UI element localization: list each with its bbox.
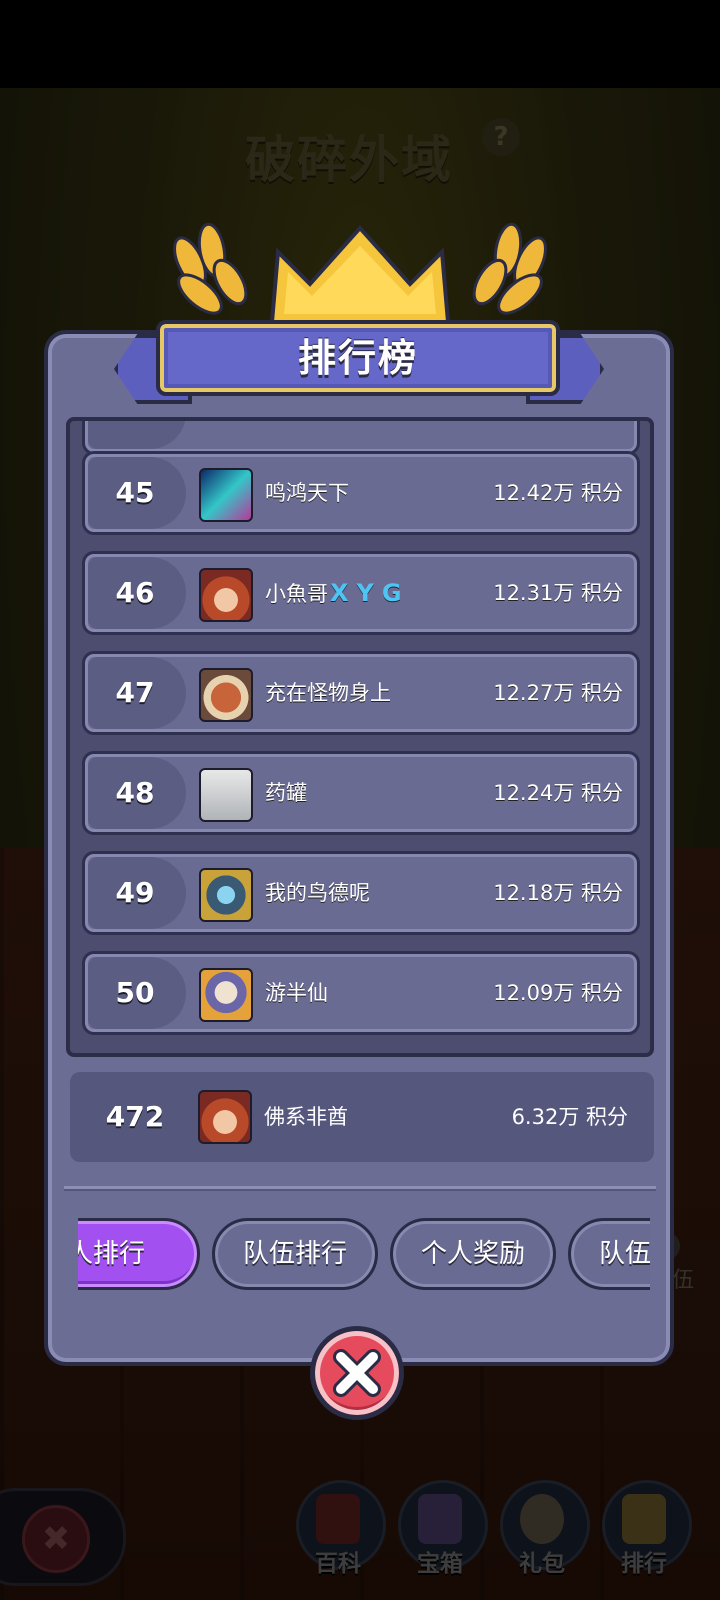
close-icon xyxy=(333,1349,381,1397)
player-score: 12.42万 积分 xyxy=(493,481,623,505)
player-name: 鸣鸿天下 xyxy=(265,481,349,505)
my-rank-row[interactable]: 472 佛系非酋 6.32万 积分 xyxy=(70,1072,654,1162)
avatar[interactable] xyxy=(199,968,253,1022)
player-score: 12.31万 积分 xyxy=(493,581,623,605)
avatar[interactable] xyxy=(199,868,253,922)
avatar[interactable] xyxy=(199,668,253,722)
rank-number: 46 xyxy=(115,576,155,609)
list-item[interactable]: 48 药罐 12.24万 积分 xyxy=(82,751,640,835)
player-score: 12.24万 积分 xyxy=(493,781,623,805)
list-item[interactable]: 49 我的鸟德呢 12.18万 积分 xyxy=(82,851,640,935)
player-score: 12.27万 积分 xyxy=(493,681,623,705)
tab-bar[interactable]: 个人排行 队伍排行 个人奖励 队伍奖励 xyxy=(78,1214,650,1298)
player-score: 12.09万 积分 xyxy=(493,981,623,1005)
close-button[interactable] xyxy=(310,1326,404,1420)
player-tag: XYG xyxy=(330,579,410,607)
leaderboard-list[interactable]: 45 鸣鸿天下 12.42万 积分 46 小魚哥XYG 12.31万 积分 47… xyxy=(66,417,654,1057)
rank-number: 45 xyxy=(115,476,155,509)
player-name: 我的鸟德呢 xyxy=(265,881,370,905)
list-item-partial[interactable] xyxy=(82,421,640,455)
avatar[interactable] xyxy=(199,568,253,622)
tab-personal-ranking[interactable]: 个人排行 xyxy=(78,1218,200,1290)
player-name: 充在怪物身上 xyxy=(265,681,391,705)
player-score: 12.18万 积分 xyxy=(493,881,623,905)
tab-team-ranking[interactable]: 队伍排行 xyxy=(212,1218,378,1290)
my-name: 佛系非酋 xyxy=(264,1105,348,1129)
divider xyxy=(64,1186,656,1191)
list-item[interactable]: 47 充在怪物身上 12.27万 积分 xyxy=(82,651,640,735)
list-item[interactable]: 46 小魚哥XYG 12.31万 积分 xyxy=(82,551,640,635)
player-name: 游半仙 xyxy=(265,981,328,1005)
status-bar xyxy=(0,0,720,88)
tab-personal-rewards[interactable]: 个人奖励 xyxy=(390,1218,556,1290)
rank-number: 47 xyxy=(115,676,155,709)
rank-number: 49 xyxy=(115,876,155,909)
avatar[interactable] xyxy=(199,768,253,822)
rank-number: 48 xyxy=(115,776,155,809)
crown-decoration xyxy=(173,222,547,324)
avatar[interactable] xyxy=(199,468,253,522)
my-score: 6.32万 积分 xyxy=(511,1105,628,1129)
player-name: 小魚哥XYG xyxy=(265,579,410,607)
my-rank-number: 472 xyxy=(105,1100,165,1133)
rank-number: 50 xyxy=(115,976,155,1009)
my-avatar[interactable] xyxy=(198,1090,252,1144)
list-item[interactable]: 45 鸣鸿天下 12.42万 积分 xyxy=(82,451,640,535)
list-item[interactable]: 50 游半仙 12.09万 积分 xyxy=(82,951,640,1035)
player-name: 药罐 xyxy=(265,781,307,805)
tab-team-rewards[interactable]: 队伍奖励 xyxy=(568,1218,650,1290)
dialog-title: 排行榜 xyxy=(297,336,418,380)
